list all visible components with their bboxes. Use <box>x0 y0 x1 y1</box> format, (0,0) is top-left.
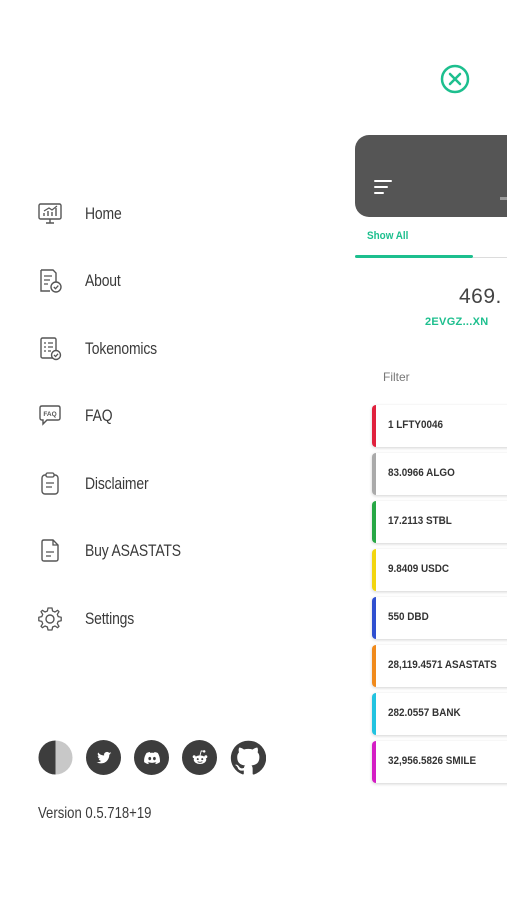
menu-item-tokenomics[interactable]: Tokenomics <box>37 315 202 383</box>
version-label: Version 0.5.718+19 <box>38 805 152 822</box>
twitter-icon[interactable] <box>86 740 121 775</box>
menu-label-tokenomics: Tokenomics <box>85 338 157 358</box>
theme-toggle-icon[interactable] <box>38 740 73 775</box>
reddit-icon[interactable] <box>182 740 217 775</box>
asset-row[interactable]: 83.0966 ALGO <box>372 453 507 495</box>
asset-color-bar <box>372 741 376 783</box>
clipboard-icon <box>37 471 63 497</box>
asset-row[interactable]: 17.2113 STBL <box>372 501 507 543</box>
main-content: Show All 469. 2EVGZ...XN Filter 1 LFTY00… <box>355 0 507 900</box>
menu-label-disclaimer: Disclaimer <box>85 473 149 493</box>
menu-item-settings[interactable]: Settings <box>37 585 202 653</box>
asset-color-bar <box>372 693 376 735</box>
gear-icon <box>37 606 63 632</box>
app-header <box>355 135 507 217</box>
file-icon <box>37 538 63 564</box>
asset-label: 9.8409 USDC <box>388 563 450 575</box>
menu-item-buy-asastats[interactable]: Buy ASASTATS <box>37 518 202 586</box>
asset-color-bar <box>372 453 376 495</box>
menu-label-home: Home <box>85 203 122 223</box>
tab-divider <box>473 257 507 258</box>
document-check-icon <box>37 268 63 294</box>
github-icon[interactable] <box>230 740 267 776</box>
asset-row[interactable]: 9.8409 USDC <box>372 549 507 591</box>
asset-row[interactable]: 28,119.4571 ASASTATS <box>372 645 507 687</box>
menu-label-about: About <box>85 271 121 291</box>
menu-label-buy-asastats: Buy ASASTATS <box>85 541 181 561</box>
asset-row[interactable]: 32,956.5826 SMILE <box>372 741 507 783</box>
chart-monitor-icon <box>37 201 63 227</box>
social-links <box>38 740 267 776</box>
asset-label: 1 LFTY0046 <box>388 419 444 431</box>
header-underline <box>500 197 507 200</box>
asset-row[interactable]: 550 DBD <box>372 597 507 639</box>
asset-label: 28,119.4571 ASASTATS <box>388 659 497 671</box>
side-drawer: Home About Tokenomics FAQ FAQ Disclaimer… <box>0 0 330 900</box>
menu-item-faq[interactable]: FAQ FAQ <box>37 383 202 451</box>
asset-label: 550 DBD <box>388 611 429 623</box>
total-balance: 469. <box>459 285 502 308</box>
asset-row[interactable]: 282.0557 BANK <box>372 693 507 735</box>
wallet-address[interactable]: 2EVGZ...XN <box>425 316 489 328</box>
asset-label: 83.0966 ALGO <box>388 467 455 479</box>
drawer-menu: Home About Tokenomics FAQ FAQ Disclaimer… <box>37 180 202 653</box>
menu-label-faq: FAQ <box>85 406 113 426</box>
menu-label-settings: Settings <box>85 608 135 628</box>
svg-text:FAQ: FAQ <box>43 411 56 418</box>
asset-color-bar <box>372 405 376 447</box>
filter-input[interactable]: Filter <box>383 370 410 384</box>
faq-bubble-icon: FAQ <box>37 403 63 429</box>
asset-label: 282.0557 BANK <box>388 707 461 719</box>
tab-active-indicator <box>355 255 473 258</box>
document-list-icon <box>37 336 63 362</box>
asset-color-bar <box>372 549 376 591</box>
asset-row[interactable]: 1 LFTY0046 <box>372 405 507 447</box>
menu-item-home[interactable]: Home <box>37 180 202 248</box>
hamburger-menu-icon[interactable] <box>374 179 394 195</box>
asset-color-bar <box>372 645 376 687</box>
asset-label: 17.2113 STBL <box>388 515 452 527</box>
asset-color-bar <box>372 501 376 543</box>
menu-item-disclaimer[interactable]: Disclaimer <box>37 450 202 518</box>
asset-color-bar <box>372 597 376 639</box>
asset-label: 32,956.5826 SMILE <box>388 755 477 767</box>
tab-show-all[interactable]: Show All <box>367 230 408 242</box>
discord-icon[interactable] <box>134 740 169 775</box>
menu-item-about[interactable]: About <box>37 248 202 316</box>
